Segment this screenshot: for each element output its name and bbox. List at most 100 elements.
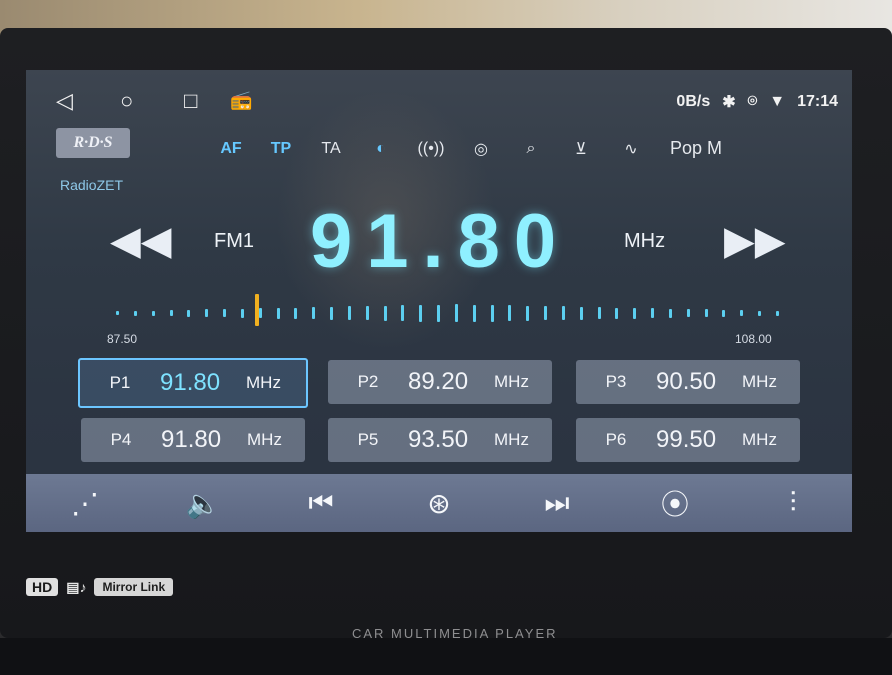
scale-tick (722, 309, 725, 317)
broadcast-icon[interactable]: ((•)) (406, 140, 456, 158)
preset-unit: MHz (742, 430, 777, 449)
scale-tick (152, 310, 155, 316)
scale-tick (366, 306, 369, 320)
scale-tick (116, 311, 119, 315)
preset-unit: MHz (246, 373, 281, 392)
preset-label: P3 (605, 372, 627, 391)
scale-tick (687, 309, 690, 317)
scale-tick (277, 307, 280, 319)
antenna-icon[interactable]: ⦿ (645, 483, 705, 523)
scale-tick (669, 308, 672, 318)
scale-tick (312, 307, 315, 319)
recents-icon[interactable]: □ (184, 88, 197, 114)
tp-toggle[interactable]: TP (256, 140, 306, 158)
scale-tick (705, 309, 708, 317)
preset-frequency: 93.50 (408, 426, 469, 453)
scale-tick (580, 306, 583, 320)
scale-tick (223, 309, 226, 317)
stereo-icon[interactable]: ◎ (456, 139, 506, 159)
scale-tick (205, 309, 208, 317)
seek-back-icon[interactable]: ◀◀ (110, 218, 172, 264)
preset-unit: MHz (494, 430, 529, 449)
preset-button[interactable]: P2 89.20 MHz (328, 360, 552, 404)
ta-toggle[interactable]: TA (306, 140, 356, 158)
scale-tick (776, 310, 779, 316)
save-icon[interactable]: ⊻ (556, 139, 606, 159)
preset-label: P4 (110, 430, 132, 449)
scale-tick (259, 308, 262, 318)
preset-button[interactable]: P6 99.50 MHz (576, 418, 800, 462)
scale-tick (491, 304, 494, 322)
scale-tick (758, 310, 761, 316)
frequency-unit: MHz (624, 230, 666, 252)
preset-frequency: 99.50 (656, 426, 717, 453)
scale-tick (330, 306, 333, 320)
scale-tick (187, 309, 190, 317)
scale-tick (598, 307, 601, 319)
scale-tick (437, 304, 440, 322)
preset-unit: MHz (494, 372, 529, 391)
scale-tick (740, 310, 743, 316)
scale-tick (419, 304, 422, 322)
home-icon[interactable]: ○ (120, 88, 133, 114)
next-icon[interactable]: ⏭ (527, 487, 587, 520)
scale-tick (294, 307, 297, 319)
rss-signal-icon[interactable]: ⋰ (55, 487, 115, 520)
scale-tick (562, 306, 565, 320)
scale-tick (526, 305, 529, 321)
preset-button[interactable]: P4 91.80 MHz (81, 418, 305, 462)
frequency-display: 91.80 (310, 199, 571, 284)
pty-label[interactable]: Pop M (656, 138, 736, 159)
band-label[interactable]: FM1 (214, 230, 254, 253)
bluetooth-icon: ✱ (722, 94, 736, 111)
bottom-control-bar: ⋰ 🔈 ⏮ ⊛ ⏭ ⦿ ⫶ (26, 474, 852, 532)
scale-tick (170, 310, 173, 316)
scale-tick (401, 305, 404, 321)
scale-tick (348, 306, 351, 320)
clock: 17:14 (797, 93, 838, 110)
rds-toolbar: AF TP TA ◐ ((•)) ◎ ⌕ ⊻ ∿ Pop M (206, 138, 736, 159)
af-toggle[interactable]: AF (206, 140, 256, 158)
preset-label: P2 (357, 372, 379, 391)
previous-icon[interactable]: ⏮ (291, 487, 351, 520)
scale-tick (241, 308, 244, 318)
tuning-needle[interactable] (255, 294, 259, 326)
preset-button[interactable]: P5 93.50 MHz (328, 418, 552, 462)
station-name: RadioZET (60, 177, 124, 193)
bezel-badges: HD ▤♪ Mirror Link (26, 578, 174, 596)
preset-frequency: 91.80 (161, 426, 222, 453)
network-speed: 0B/s (676, 93, 711, 110)
scale-tick (633, 307, 636, 319)
search-icon[interactable]: ⌕ (506, 140, 556, 158)
scan-icon[interactable]: ⊛ (409, 487, 469, 520)
lower-unit (0, 638, 892, 675)
scale-tick (384, 305, 387, 321)
back-icon[interactable]: ◁ (56, 88, 73, 114)
preset-unit: MHz (742, 372, 777, 391)
system-bar: ◁ ○ □ 📻 0B/s ✱ ⌾ ▼ 17:14 (26, 86, 852, 116)
media-icon: ▤♪ (66, 578, 87, 595)
preset-button[interactable]: P1 91.80 MHz (78, 358, 308, 408)
scale-tick (651, 308, 654, 318)
preset-frequency: 90.50 (656, 368, 717, 395)
preset-label: P1 (109, 373, 131, 392)
volume-icon[interactable]: 🔈 (173, 487, 233, 520)
status-area: 0B/s ✱ ⌾ ▼ 17:14 (676, 92, 838, 112)
scale-tick (508, 305, 511, 321)
radio-app-icon[interactable]: 📻 (230, 90, 252, 111)
tuning-scale[interactable] (116, 294, 779, 328)
scale-tick (134, 310, 137, 316)
rds-logo: R·D·S (56, 128, 130, 158)
waveform-icon[interactable]: ∿ (606, 139, 656, 159)
scale-tick (473, 304, 476, 322)
loc-icon[interactable]: ◐ (356, 140, 406, 158)
hd-badge: HD (26, 578, 59, 596)
equalizer-icon[interactable]: ⫶ (763, 487, 823, 520)
seek-forward-icon[interactable]: ▶▶ (724, 218, 786, 264)
preset-label: P6 (605, 430, 627, 449)
preset-button[interactable]: P3 90.50 MHz (576, 360, 800, 404)
scale-min-label: 87.50 (107, 332, 138, 346)
scale-max-label: 108.00 (735, 332, 772, 346)
location-icon: ⌾ (747, 93, 758, 110)
scale-tick (455, 304, 458, 322)
